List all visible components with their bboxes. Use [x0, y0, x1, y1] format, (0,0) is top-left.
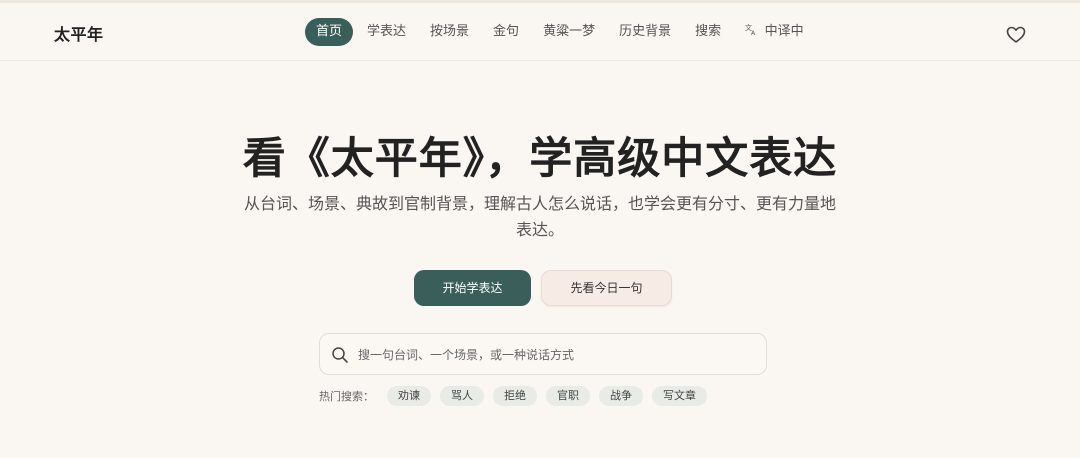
- nav-item-history[interactable]: 历史背景: [607, 18, 683, 46]
- heart-icon[interactable]: [1006, 26, 1026, 44]
- top-navigation-bar: 太平年 首页 学表达 按场景 金句 黄粱一梦 历史背景 搜索 文 A 中译中: [0, 0, 1080, 61]
- hot-search-label: 热门搜索：: [319, 390, 374, 403]
- search-icon: [331, 346, 349, 364]
- main-nav: 首页 学表达 按场景 金句 黄粱一梦 历史背景 搜索 文 A 中译中: [305, 18, 816, 46]
- start-learning-button[interactable]: 开始学表达: [414, 270, 531, 306]
- svg-text:A: A: [751, 30, 756, 35]
- hot-searches: 热门搜索： 劝谏 骂人 拒绝 官职 战争 写文章: [319, 386, 716, 406]
- hero-title: 看《太平年》，学高级中文表达: [242, 134, 838, 184]
- nav-item-home[interactable]: 首页: [305, 18, 354, 46]
- hero-subtitle: 从台词、场景、典故到官制背景，理解古人怎么说话，也学会更有分寸、更有力量地表达。: [243, 194, 836, 239]
- nav-item-search[interactable]: 搜索: [683, 18, 733, 46]
- nav-item-learn-expression[interactable]: 学表达: [355, 18, 418, 46]
- hot-tag-remonstrate[interactable]: 劝谏: [387, 386, 431, 406]
- daily-quote-button[interactable]: 先看今日一句: [541, 270, 672, 306]
- translate-icon: 文 A: [745, 23, 761, 38]
- search-box[interactable]: [319, 333, 767, 375]
- nav-item-translate-label: 中译中: [764, 24, 804, 39]
- nav-item-dream[interactable]: 黄粱一梦: [531, 18, 607, 46]
- nav-item-quotes[interactable]: 金句: [481, 18, 531, 46]
- hot-tag-scold[interactable]: 骂人: [440, 386, 484, 406]
- search-input[interactable]: [358, 340, 758, 370]
- hot-tag-refuse[interactable]: 拒绝: [493, 386, 537, 406]
- hot-tag-war[interactable]: 战争: [599, 386, 643, 406]
- hot-tag-official-rank[interactable]: 官职: [546, 386, 590, 406]
- nav-item-translate[interactable]: 文 A 中译中: [733, 18, 816, 46]
- site-logo[interactable]: 太平年: [54, 21, 104, 45]
- hot-tag-writing[interactable]: 写文章: [652, 386, 707, 406]
- nav-item-by-scene[interactable]: 按场景: [418, 18, 481, 46]
